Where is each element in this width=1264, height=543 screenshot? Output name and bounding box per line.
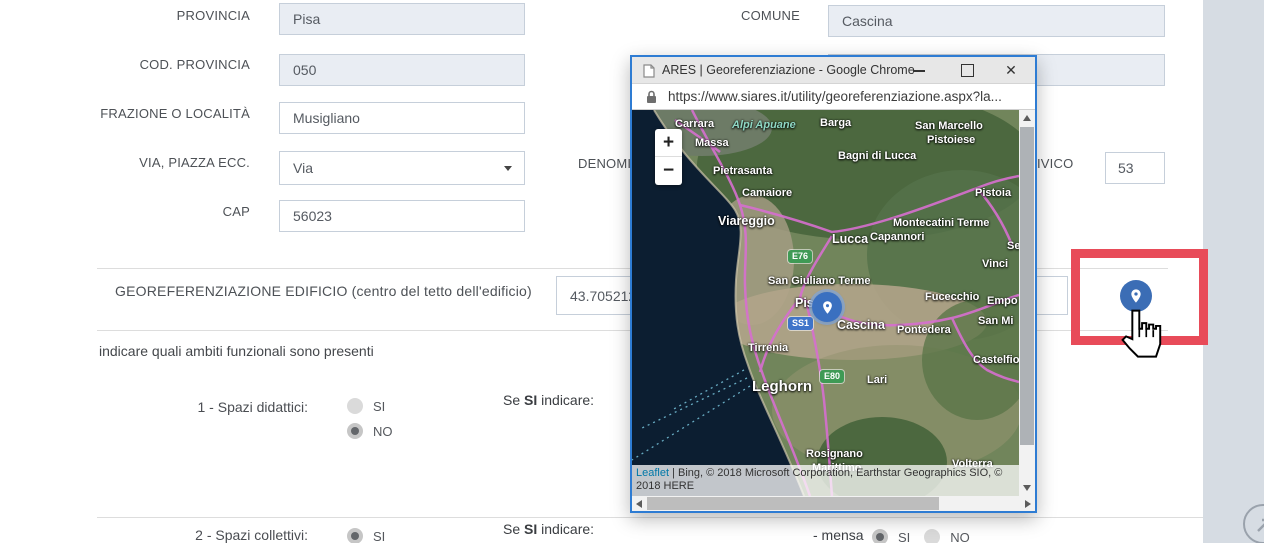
section-note: indicare quali ambiti funzionali sono pr… (99, 343, 374, 359)
zoom-out-button[interactable]: − (655, 157, 682, 185)
radio-option-si[interactable]: SI (347, 398, 393, 414)
page-document-icon (643, 64, 655, 78)
radio-button[interactable] (924, 529, 940, 543)
url-text: https://www.siares.it/utility/georeferen… (668, 89, 1002, 104)
hand-cursor-icon (1117, 309, 1163, 361)
minimize-button[interactable] (906, 57, 932, 83)
scroll-left-arrow-icon[interactable] (636, 500, 642, 508)
location-marker[interactable] (812, 292, 842, 322)
radio-button[interactable] (347, 528, 363, 543)
via-piazza-label: VIA, PIAZZA ECC. (40, 155, 250, 170)
provincia-label: PROVINCIA (40, 8, 250, 23)
lock-icon (646, 90, 657, 104)
radio-label: NO (373, 424, 393, 439)
denominazione-label-fragment: DENOMI (578, 156, 631, 171)
comune-input[interactable] (828, 5, 1165, 37)
leaflet-link[interactable]: Leaflet (636, 467, 669, 479)
page: PROVINCIA COD. PROVINCIA FRAZIONE O LOCA… (0, 0, 1264, 543)
question-2-radio-group: SI (347, 528, 385, 543)
window-title: ARES | Georeferenziazione - Google Chrom… (662, 63, 915, 77)
road-shield: E80 (820, 370, 844, 383)
frazione-label: FRAZIONE O LOCALITÀ (40, 106, 250, 121)
via-piazza-selected-value: Via (293, 160, 313, 176)
popup-horizontal-scrollbar[interactable] (632, 496, 1035, 511)
radio-label: SI (373, 529, 385, 543)
map-pin-icon (820, 300, 835, 315)
numero-civico-label-fragment: IVICO (1037, 156, 1073, 171)
close-button[interactable]: ✕ (998, 57, 1024, 83)
radio-label: SI (898, 530, 910, 543)
radio-label: SI (373, 399, 385, 414)
cap-input[interactable] (279, 200, 525, 232)
frazione-input[interactable] (279, 102, 525, 134)
georeferenziazione-popup-window: ARES | Georeferenziazione - Google Chrom… (630, 55, 1037, 513)
question-1-radio-group: SI NO (347, 398, 393, 439)
map-attribution: Leaflet | Bing, © 2018 Microsoft Corpora… (632, 465, 1019, 496)
radio-option-si[interactable]: SI (872, 529, 910, 543)
page-right-margin (1203, 0, 1264, 543)
maximize-button[interactable] (954, 57, 980, 83)
select-chevron-down-icon (504, 166, 512, 171)
address-bar[interactable]: https://www.siares.it/utility/georeferen… (632, 84, 1035, 110)
road-shield: E76 (788, 250, 812, 263)
window-titlebar[interactable]: ARES | Georeferenziazione - Google Chrom… (632, 57, 1035, 84)
zoom-in-button[interactable]: + (655, 129, 682, 157)
provincia-input[interactable] (279, 3, 525, 35)
se-si-note-2: Se SI indicare: (503, 521, 594, 537)
question-2-label: 2 - Spazi collettivi: (108, 527, 308, 543)
cod-provincia-input[interactable] (279, 54, 525, 86)
vertical-scroll-thumb[interactable] (1020, 127, 1034, 445)
radio-option-si[interactable]: SI (347, 528, 385, 543)
radio-option-no[interactable]: NO (347, 423, 393, 439)
via-piazza-select[interactable]: Via (279, 151, 525, 185)
map-canvas[interactable]: + − CarraraAlpi ApuaneMassaBargaSan Marc… (632, 110, 1019, 496)
radio-button[interactable] (872, 529, 888, 543)
cod-provincia-label: COD. PROVINCIA (40, 57, 250, 72)
attribution-text: | Bing, © 2018 Microsoft Corporation, Ea… (636, 467, 1002, 492)
scroll-up-arrow-icon[interactable] (1023, 115, 1031, 121)
horizontal-scroll-thumb[interactable] (647, 497, 939, 510)
mensa-label: - mensa (813, 527, 864, 543)
divider (97, 517, 1203, 518)
scroll-right-arrow-icon[interactable] (1025, 500, 1031, 508)
scroll-down-arrow-icon[interactable] (1023, 485, 1031, 491)
arrow-up-right-icon (1249, 510, 1264, 540)
cap-label: CAP (40, 204, 250, 219)
radio-label: NO (950, 530, 970, 543)
se-si-note-1: Se SI indicare: (503, 392, 594, 408)
comune-label: COMUNE (590, 8, 800, 23)
numero-civico-input[interactable] (1105, 152, 1165, 184)
radio-button[interactable] (347, 398, 363, 414)
radio-option-no[interactable]: NO (924, 529, 970, 543)
road-shield: SS1 (788, 317, 813, 330)
map-zoom-control: + − (655, 129, 682, 185)
question-1-label: 1 - Spazi didattici: (108, 399, 308, 415)
radio-button[interactable] (347, 423, 363, 439)
popup-vertical-scrollbar[interactable] (1019, 110, 1035, 496)
mensa-radio-group: SI NO (872, 529, 970, 543)
georef-label: GEOREFERENZIAZIONE EDIFICIO (centro del … (115, 283, 532, 299)
